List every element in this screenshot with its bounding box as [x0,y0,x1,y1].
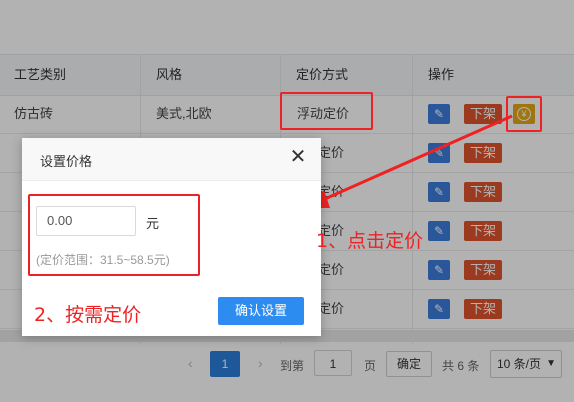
dialog-title: 设置价格 [40,154,93,169]
annotation-step1: 1、点击定价 [316,230,424,252]
dialog-header: 设置价格 ✕ [22,138,321,181]
confirm-button[interactable]: 确认设置 [218,297,304,325]
annotation-step2: 2、按需定价 [34,304,142,326]
highlight-price-input [28,194,200,276]
close-icon[interactable]: ✕ [288,146,308,168]
